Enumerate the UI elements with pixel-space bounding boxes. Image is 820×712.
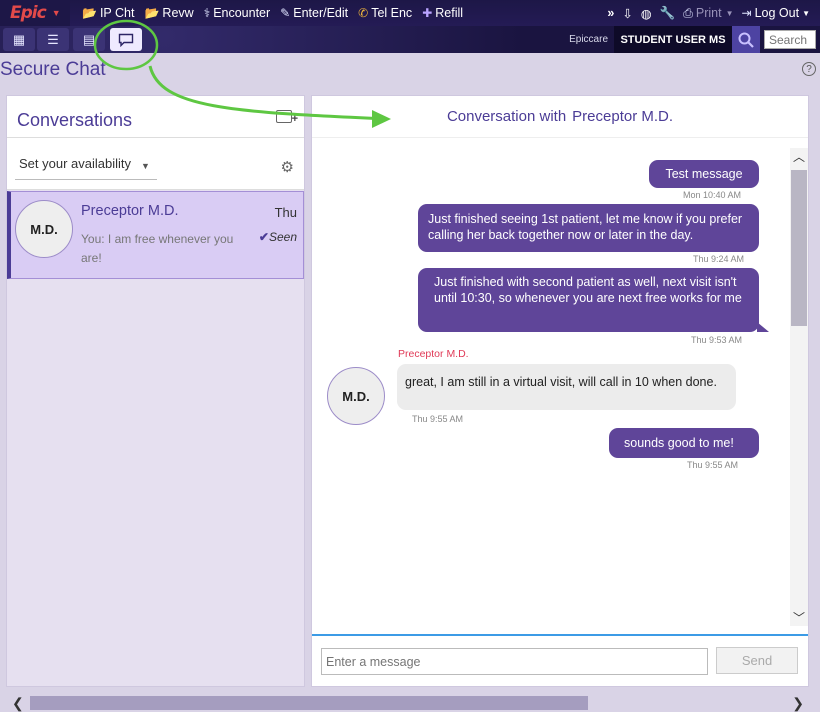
- toolbar-right-group: » ⇩ ◍ 🔧 ⎙ Print ▼ ⇥ Log Out ▼: [599, 0, 810, 26]
- logout-label: Log Out: [754, 6, 800, 20]
- print-label: Print: [695, 6, 722, 20]
- search-icon[interactable]: [732, 26, 760, 53]
- outgoing-message: Test message: [649, 160, 759, 188]
- conversations-header: Conversations: [7, 96, 304, 138]
- toolbar-ip-chart-button[interactable]: 📂 IP Cht: [82, 6, 134, 20]
- toolbar-label: Tel Enc: [371, 6, 413, 20]
- availability-row: Set your availability ▼ ⚙: [7, 138, 304, 190]
- print-button[interactable]: ⎙ Print ▼: [683, 6, 733, 21]
- chat-panel: Conversation with Preceptor M.D. Test me…: [311, 95, 809, 687]
- toolbar-review-button[interactable]: 📂 Revw: [144, 6, 193, 20]
- outgoing-message: Just finished seeing 1st patient, let me…: [418, 204, 759, 252]
- toolbar-enter-edit-button[interactable]: ✎ Enter/Edit: [280, 6, 348, 20]
- epic-menu-button[interactable]: Epic ▼: [0, 0, 70, 26]
- wrench-icon[interactable]: 🔧: [660, 6, 676, 21]
- review-icon: 📂: [144, 6, 160, 20]
- page-title: Secure Chat: [0, 59, 106, 80]
- pencil-icon: ✎: [280, 6, 291, 20]
- activity-tab-bar: ▦ ☰ ▤ Epiccare STUDENT USER MS: [0, 26, 820, 53]
- chevron-down-icon: ▼: [802, 8, 810, 18]
- conversations-title: Conversations: [17, 110, 133, 130]
- toolbar-label: Revw: [162, 6, 194, 20]
- toolbar-label: Encounter: [213, 6, 271, 20]
- download-icon[interactable]: ⇩: [622, 6, 632, 21]
- patient-list-tab[interactable]: ☰: [37, 28, 69, 51]
- reports-icon: ▤: [82, 31, 96, 47]
- conversation-time: Thu: [274, 205, 297, 220]
- toolbar-label: Refill: [435, 6, 464, 20]
- horizontal-scrollbar[interactable]: ❮ ❯: [0, 693, 820, 712]
- chevron-down-icon[interactable]: ﹀: [793, 609, 805, 626]
- conversations-panel: Conversations Set your availability ▼ ⚙ …: [6, 95, 305, 687]
- checkmark-icon: ✔: [258, 230, 269, 244]
- toolbar-tel-enc-button[interactable]: ✆ Tel Enc: [358, 6, 412, 20]
- calendar-tab[interactable]: ▦: [3, 28, 35, 51]
- message-timestamp: Thu 9:55 AM: [412, 414, 464, 424]
- patient-list-icon: ☰: [47, 31, 59, 47]
- chat-header: Conversation with Preceptor M.D.: [312, 96, 808, 138]
- scrollbar-thumb[interactable]: [791, 170, 807, 326]
- settings-gear-icon[interactable]: ⚙: [281, 158, 294, 176]
- encounter-icon: ⚕: [203, 6, 211, 20]
- toolbar-encounter-button[interactable]: ⚕ Encounter: [204, 6, 270, 20]
- toolbar-label: IP Cht: [99, 6, 135, 20]
- message-input[interactable]: [321, 648, 708, 675]
- new-conversation-icon[interactable]: [276, 110, 298, 125]
- main-toolbar: Epic ▼ 📂 IP Cht 📂 Revw ⚕ Encounter ✎ Ent…: [0, 0, 820, 26]
- chat-header-prefix: Conversation with: [446, 108, 567, 125]
- app-name: Epiccare: [569, 34, 608, 45]
- more-activities-button[interactable]: »: [607, 6, 614, 20]
- help-icon[interactable]: ?: [802, 62, 816, 76]
- message-composer: Send: [312, 634, 808, 686]
- availability-dropdown[interactable]: Set your availability ▼: [15, 152, 157, 180]
- user-menu[interactable]: STUDENT USER MS: [614, 26, 732, 53]
- printer-icon: ⎙: [683, 5, 693, 20]
- reports-tab[interactable]: ▤: [73, 28, 105, 51]
- globe-icon[interactable]: ◍: [641, 6, 652, 21]
- logout-button[interactable]: ⇥ Log Out ▼: [742, 6, 810, 20]
- outgoing-message: Just finished with second patient as wel…: [418, 268, 769, 332]
- conversation-name: Preceptor M.D.: [81, 203, 179, 219]
- message-timestamp: Mon 10:40 AM: [683, 190, 742, 200]
- message-timestamp: Thu 9:55 AM: [687, 460, 739, 470]
- chat-scrollbar[interactable]: ︿ ﹀: [790, 148, 808, 626]
- chevron-left-icon[interactable]: ❮: [12, 695, 24, 712]
- toolbar-refill-button[interactable]: ✚ Refill: [422, 6, 463, 20]
- availability-label: Set your availability: [19, 156, 131, 171]
- scrollbar-thumb[interactable]: [30, 696, 588, 710]
- message-timestamp: Thu 9:53 AM: [691, 335, 743, 345]
- seen-label: Seen: [268, 230, 297, 244]
- chat-participant-name: Preceptor M.D.: [572, 108, 674, 125]
- message-list: Test message Mon 10:40 AM Just finished …: [312, 138, 790, 635]
- conversation-preview: You: I am free whenever you are!: [81, 232, 234, 265]
- seen-status: ✔Seen: [259, 230, 297, 244]
- avatar: M.D.: [327, 367, 385, 425]
- chart-icon: 📂: [82, 6, 97, 20]
- search-input[interactable]: [764, 30, 816, 49]
- epic-logo: Epic: [10, 3, 47, 23]
- avatar: M.D.: [15, 200, 73, 258]
- chat-icon: [118, 33, 134, 47]
- send-button[interactable]: Send: [716, 647, 798, 674]
- phone-icon: ✆: [358, 6, 369, 20]
- logout-icon: ⇥: [741, 6, 752, 20]
- chevron-down-icon: ▼: [141, 161, 150, 171]
- chevron-down-icon: ▼: [51, 8, 61, 18]
- sender-name: Preceptor M.D.: [398, 348, 469, 360]
- toolbar-label: Enter/Edit: [293, 6, 349, 20]
- chevron-up-icon[interactable]: ︿: [793, 148, 805, 165]
- calendar-icon: ▦: [12, 31, 26, 47]
- chevron-right-icon[interactable]: ❯: [792, 695, 804, 712]
- secure-chat-tab[interactable]: [110, 28, 142, 51]
- outgoing-message: sounds good to me!: [609, 428, 759, 458]
- refill-icon: ✚: [422, 6, 433, 20]
- incoming-message: great, I am still in a virtual visit, wi…: [397, 364, 736, 410]
- message-timestamp: Thu 9:24 AM: [693, 254, 745, 264]
- chevron-down-icon: ▼: [725, 8, 734, 18]
- conversation-list-item[interactable]: M.D. Preceptor M.D. Thu You: I am free w…: [7, 191, 304, 279]
